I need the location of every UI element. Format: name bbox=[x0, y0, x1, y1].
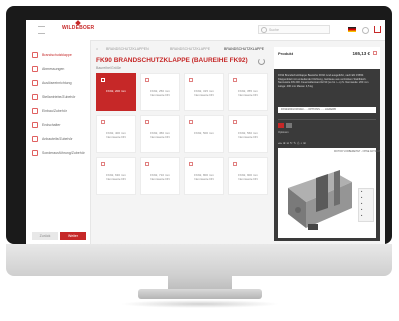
sidebar-item-label: Sonderausführung/Zubehör bbox=[42, 151, 85, 155]
sidebar-item-label: Abmessungen bbox=[42, 67, 65, 71]
tile-checkbox[interactable] bbox=[189, 120, 193, 124]
product-price: 165,13 € bbox=[352, 51, 370, 56]
viewer-toolbar-icons[interactable]: ◂▸⊕⊖↻✎⎙◐⊞ bbox=[278, 141, 376, 146]
download-icon[interactable] bbox=[278, 123, 284, 128]
trigger-icon bbox=[32, 80, 38, 86]
tile-checkbox[interactable] bbox=[233, 162, 237, 166]
size-tile[interactable]: FK92, 450 mm Nennweite DN bbox=[140, 115, 180, 153]
tile-label: FK92, 400 mm Nennweite DN bbox=[106, 131, 126, 139]
sidebar-item-sonderausfuehrung[interactable]: Sonderausführung/Zubehör bbox=[32, 148, 88, 158]
sidebar-item-brandschutzklappe[interactable]: Brandschutzklappe bbox=[32, 50, 88, 60]
search-input[interactable]: Suche bbox=[258, 25, 330, 34]
sidebar-item-label: Stellantriebe/Zubehör bbox=[42, 95, 76, 99]
size-tile[interactable]: FK92, 200 mm bbox=[96, 73, 136, 111]
tile-label: FK92, 900 mm Nennweite DN bbox=[238, 173, 258, 181]
tile-label: FK92, 250 mm Nennweite DN bbox=[150, 89, 170, 97]
divider bbox=[278, 119, 376, 120]
tile-checkbox[interactable] bbox=[145, 120, 149, 124]
refresh-icon[interactable] bbox=[258, 58, 265, 65]
user-icon[interactable] bbox=[362, 27, 369, 34]
tile-label: FK92, 200 mm bbox=[106, 89, 126, 93]
tile-checkbox[interactable] bbox=[101, 78, 105, 82]
sidebar-item-abmessungen[interactable]: Abmessungen bbox=[32, 64, 88, 74]
size-tile[interactable]: FK92, 630 mm Nennweite DN bbox=[96, 157, 136, 195]
sidebar-item-label: Einbau/Zubehör bbox=[42, 109, 67, 113]
dimensions-icon bbox=[32, 66, 38, 72]
special-icon bbox=[32, 150, 38, 156]
tile-checkbox[interactable] bbox=[189, 162, 193, 166]
breadcrumb-item[interactable]: BRANDSCHUTZKLAPPE bbox=[170, 45, 210, 53]
share-icon[interactable] bbox=[286, 123, 292, 128]
sidebar-item-label: Auslöseeinrichtung bbox=[42, 81, 72, 85]
search-icon bbox=[261, 27, 267, 33]
size-tile[interactable]: FK92, 355 mm Nennweite DN bbox=[228, 73, 268, 111]
sidebar-item-label: Anbauteile/Zubehör bbox=[42, 137, 73, 141]
tile-checkbox[interactable] bbox=[233, 78, 237, 82]
size-tile[interactable]: FK92, 400 mm Nennweite DN bbox=[96, 115, 136, 153]
tile-checkbox[interactable] bbox=[145, 162, 149, 166]
legend-item-icon: ■ bbox=[361, 215, 363, 217]
sidebar-item-stellantriebe[interactable]: Stellantriebe/Zubehör bbox=[32, 92, 88, 102]
option-label: Optionen bbox=[278, 131, 289, 134]
installation-icon bbox=[32, 108, 38, 114]
size-tile[interactable]: FK92, 800 mm Nennweite DN bbox=[184, 157, 224, 195]
sidebar-item-endschalter[interactable]: Endschalter bbox=[32, 120, 88, 130]
app-screen: WILDEBOER Suche Brandschutzklappe Abmess… bbox=[26, 20, 385, 244]
page-subtitle: Baureihe/Größe bbox=[96, 66, 121, 70]
product-description: FK92 Brandschutzklappe Baureihe FK92 run… bbox=[278, 74, 369, 88]
hamburger-menu-icon[interactable] bbox=[38, 26, 45, 34]
tile-checkbox[interactable] bbox=[233, 120, 237, 124]
tile-checkbox[interactable] bbox=[101, 162, 105, 166]
monitor-chin bbox=[6, 244, 392, 276]
back-button[interactable]: Zurück bbox=[32, 232, 58, 240]
tile-checkbox[interactable] bbox=[145, 78, 149, 82]
actuator-icon bbox=[32, 94, 38, 100]
size-tile[interactable]: FK92, 710 mm Nennweite DN bbox=[140, 157, 180, 195]
close-icon[interactable] bbox=[373, 51, 377, 55]
size-tile[interactable]: FK92, 560 mm Nennweite DN bbox=[228, 115, 268, 153]
product-header: Produkt 165,13 € bbox=[274, 47, 380, 69]
size-tile[interactable]: FK92, 250 mm Nennweite DN bbox=[140, 73, 180, 111]
tile-label: FK92, 560 mm Nennweite DN bbox=[238, 131, 258, 139]
stand-shadow bbox=[120, 300, 280, 308]
tile-label: FK92, 710 mm Nennweite DN bbox=[150, 173, 170, 181]
tile-label: FK92, 355 mm Nennweite DN bbox=[238, 89, 258, 97]
tile-label: FK92, 500 mm bbox=[194, 131, 214, 135]
breadcrumb-item: BRANDSCHUTZKLAPPE bbox=[224, 47, 265, 51]
sidebar-item-anbauteile[interactable]: Anbauteile/Zubehör bbox=[32, 134, 88, 144]
product-name: Produkt bbox=[278, 51, 294, 56]
sidebar-item-label: Brandschutzklappe bbox=[42, 53, 72, 57]
sidebar-item-einbau[interactable]: Einbau/Zubehör bbox=[32, 106, 88, 116]
tile-checkbox[interactable] bbox=[189, 78, 193, 82]
monitor-bezel: WILDEBOER Suche Brandschutzklappe Abmess… bbox=[6, 6, 392, 244]
tile-label: FK92, 630 mm Nennweite DN bbox=[106, 173, 126, 181]
3d-model-viewer[interactable]: MOTOR VORBEREITET - OHNE ANTRIEB ■ ■ ■ ■… bbox=[278, 148, 380, 238]
page-title: FK90 BRANDSCHUTZKLAPPE (BAUREIHE FK92) bbox=[96, 57, 248, 64]
top-bar: WILDEBOER Suche bbox=[26, 20, 385, 41]
monitor-stand-neck bbox=[168, 276, 232, 290]
language-flag-icon[interactable] bbox=[348, 27, 356, 32]
sidebar-item-ausloeseeinrichtung[interactable]: Auslöseeinrichtung bbox=[32, 78, 88, 88]
damper-icon bbox=[32, 52, 38, 58]
tile-checkbox[interactable] bbox=[101, 120, 105, 124]
parts-icon bbox=[32, 136, 38, 142]
brand-logo[interactable]: WILDEBOER bbox=[62, 25, 94, 31]
tile-label: FK92, 450 mm Nennweite DN bbox=[150, 131, 170, 139]
monitor-stand-foot bbox=[138, 289, 262, 299]
sidebar: Brandschutzklappe Abmessungen Auslöseein… bbox=[26, 40, 91, 244]
tile-label: FK92, 315 mm Nennweite DN bbox=[194, 89, 214, 97]
size-tile[interactable]: FK92, 500 mm bbox=[184, 115, 224, 153]
view-legend: ■ ■ ■ ■ ■ bbox=[358, 188, 374, 222]
breadcrumb-item[interactable]: BRANDSCHUTZKLAPPEN bbox=[106, 45, 149, 53]
switch-icon bbox=[32, 122, 38, 128]
product-panel: Produkt 165,13 € FK92 Brandschutzklappe … bbox=[274, 47, 380, 241]
breadcrumb-home-icon[interactable]: ⌂ bbox=[96, 45, 98, 53]
size-tile[interactable]: FK92, 900 mm Nennweite DN bbox=[228, 157, 268, 195]
size-tile[interactable]: FK92, 315 mm Nennweite DN bbox=[184, 73, 224, 111]
cart-icon[interactable] bbox=[374, 26, 381, 33]
sidebar-item-label: Endschalter bbox=[42, 123, 61, 127]
next-button[interactable]: Weiter bbox=[60, 232, 86, 240]
tile-label: FK92, 800 mm Nennweite DN bbox=[194, 173, 214, 181]
selection-code-field[interactable]: FK92/200/LV/K90A/... - OPTIONS ... - LIE… bbox=[278, 107, 376, 113]
